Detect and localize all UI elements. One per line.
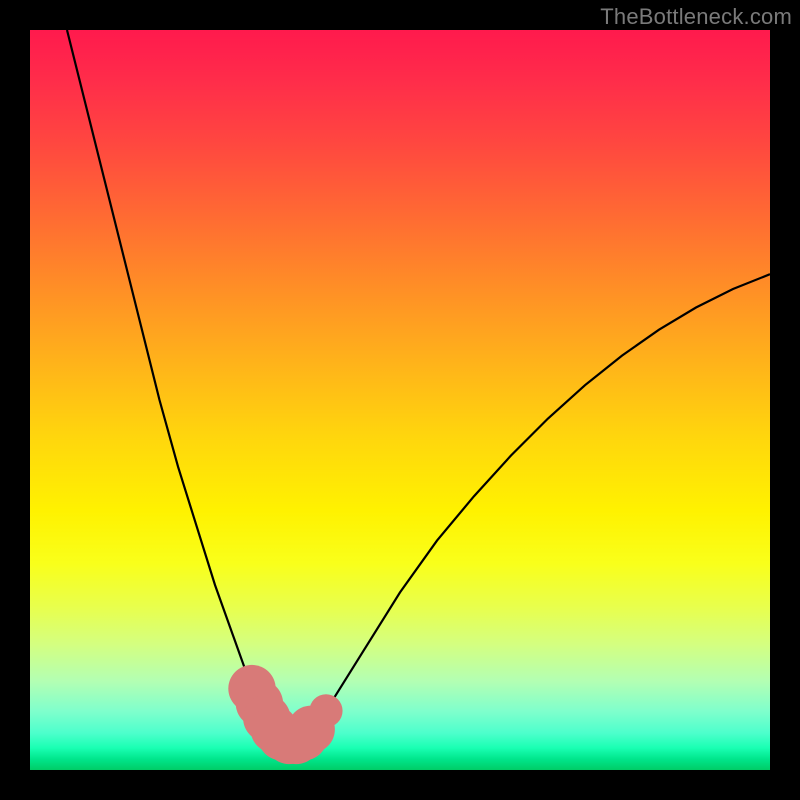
watermark-label: TheBottleneck.com (600, 4, 792, 30)
heat-gradient-background (30, 30, 770, 770)
plot-area (30, 30, 770, 770)
chart-frame: TheBottleneck.com (0, 0, 800, 800)
